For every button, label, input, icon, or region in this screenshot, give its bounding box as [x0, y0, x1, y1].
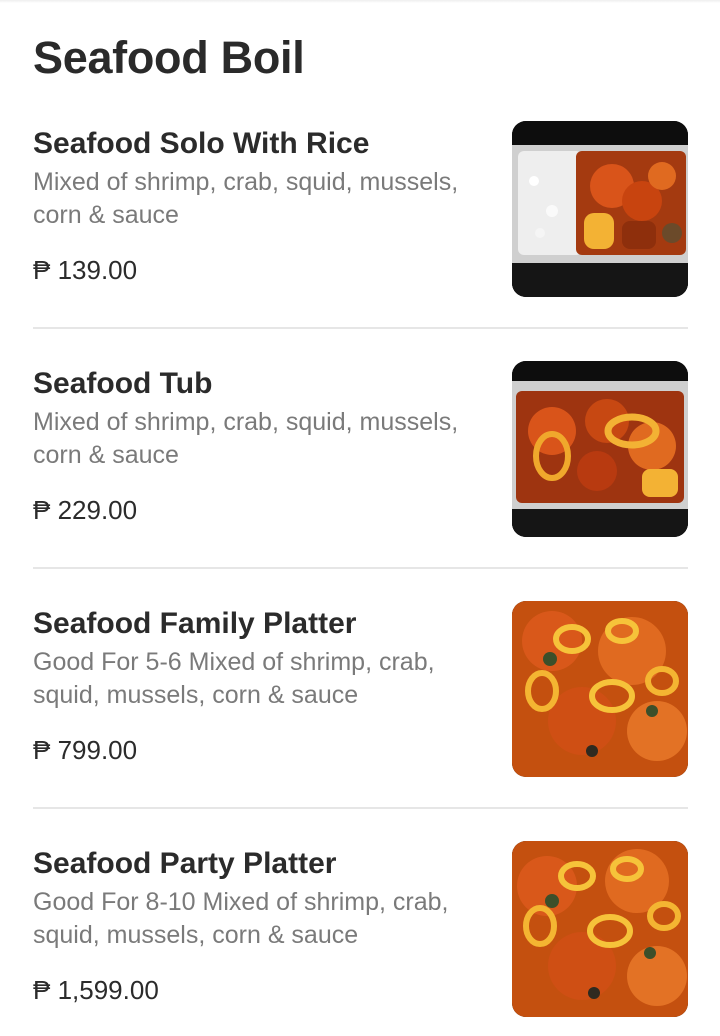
item-photo[interactable]	[512, 841, 688, 1017]
item-description: Good For 5-6 Mixed of shrimp, crab, squi…	[33, 648, 435, 709]
item-photo[interactable]	[512, 361, 688, 537]
seafood-solo-rice-photo-icon	[512, 121, 688, 297]
seafood-party-platter-photo-icon	[512, 841, 688, 1017]
item-price: ₱ 139.00	[33, 255, 138, 285]
menu-item-seafood-party-platter[interactable]: Seafood Party Platter Good For 8-10 Mixe…	[33, 841, 688, 1017]
item-divider	[33, 807, 688, 809]
menu-item-seafood-solo-with-rice[interactable]: Seafood Solo With Rice Mixed of shrimp, …	[33, 121, 688, 297]
menu-item-seafood-family-platter[interactable]: Seafood Family Platter Good For 5-6 Mixe…	[33, 601, 688, 777]
item-name: Seafood Party Platter	[33, 847, 337, 880]
menu-list: Seafood Solo With Rice Mixed of shrimp, …	[0, 0, 720, 1036]
seafood-family-platter-photo-icon	[512, 601, 688, 777]
item-photo[interactable]	[512, 121, 688, 297]
item-price: ₱ 799.00	[33, 735, 138, 765]
menu-item-seafood-tub[interactable]: Seafood Tub Mixed of shrimp, crab, squid…	[33, 361, 688, 537]
item-name: Seafood Solo With Rice	[33, 127, 370, 160]
item-description: Mixed of shrimp, crab, squid, mussels, c…	[33, 408, 459, 469]
item-description: Good For 8-10 Mixed of shrimp, crab, squ…	[33, 888, 449, 949]
item-price: ₱ 229.00	[33, 495, 138, 525]
item-photo[interactable]	[512, 601, 688, 777]
item-price: ₱ 1,599.00	[33, 975, 159, 1005]
item-divider	[33, 567, 688, 569]
item-description: Mixed of shrimp, crab, squid, mussels, c…	[33, 168, 459, 229]
item-name: Seafood Tub	[33, 367, 213, 400]
seafood-tub-photo-icon	[512, 361, 688, 537]
item-name: Seafood Family Platter	[33, 607, 357, 640]
item-divider	[33, 327, 688, 329]
